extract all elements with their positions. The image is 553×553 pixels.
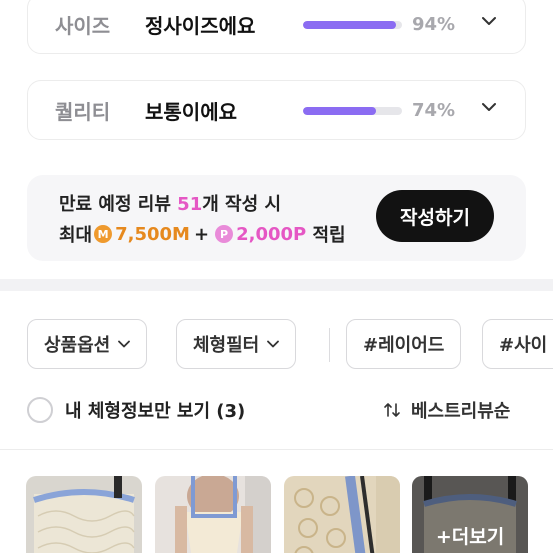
rating-progress-fill	[303, 107, 377, 115]
tag-size-label: #사이	[499, 335, 548, 356]
product-option-filter[interactable]: 상품옵션	[27, 319, 148, 369]
list-divider	[0, 449, 553, 450]
rating-card-quality[interactable]: 퀄리티 보통이에요 74%	[27, 80, 526, 140]
point-coin-icon: P	[215, 225, 234, 243]
reward-line-1-prefix: 만료 예정 리뷰	[59, 194, 178, 215]
filter-divider	[329, 328, 330, 362]
checkbox-circle-icon[interactable]	[27, 397, 53, 423]
plus-sign: +	[193, 223, 210, 245]
product-option-label: 상품옵션	[44, 335, 111, 356]
chevron-down-icon	[267, 340, 280, 348]
rating-percent: 94%	[412, 13, 456, 35]
review-reward-banner: 만료 예정 리뷰 51개 작성 시 최대 M 7,500M + P 2,000P…	[27, 175, 526, 261]
expiring-review-count: 51	[177, 194, 203, 215]
rating-progress-fill	[303, 21, 397, 29]
rating-value: 보통이에요	[145, 99, 237, 124]
rating-label: 사이즈	[55, 13, 111, 38]
reward-line-2-prefix: 최대	[59, 225, 93, 246]
rating-label: 퀄리티	[55, 99, 111, 124]
rating-progress-bar	[303, 21, 402, 29]
sort-dropdown[interactable]: 베스트리뷰순	[383, 393, 510, 427]
review-photo-4-more[interactable]: +더보기	[412, 476, 528, 553]
body-type-filter-label: 체형필터	[193, 335, 260, 356]
mileage-coin-icon: M	[94, 225, 113, 243]
section-separator	[0, 279, 553, 291]
more-photos-label: +더보기	[435, 526, 505, 548]
tag-size-chip[interactable]: #사이	[482, 319, 553, 369]
point-amount: 2,000P	[236, 223, 307, 245]
reward-line-2-suffix: 적립	[306, 225, 346, 246]
reward-line-2: 최대 M 7,500M + P 2,000P 적립	[59, 221, 346, 247]
my-body-only-toggle[interactable]: 내 체형정보만 보기 (3)	[27, 393, 245, 427]
my-body-only-label: 내 체형정보만 보기 (3)	[65, 401, 246, 422]
rating-percent: 74%	[412, 99, 456, 121]
tag-layered-label: #레이어드	[363, 335, 445, 356]
sort-label: 베스트리뷰순	[411, 401, 511, 422]
rating-value: 정사이즈에요	[145, 13, 256, 38]
rating-card-size[interactable]: 사이즈 정사이즈에요 94%	[27, 0, 526, 54]
review-photo-1[interactable]	[26, 476, 142, 553]
sort-arrows-icon	[384, 403, 400, 417]
chevron-down-icon[interactable]	[482, 100, 496, 114]
review-photo-3[interactable]	[284, 476, 400, 553]
reward-line-1: 만료 예정 리뷰 51개 작성 시	[59, 190, 281, 216]
write-review-button[interactable]: 작성하기	[376, 190, 494, 242]
mileage-amount: 7,500M	[115, 223, 190, 245]
chevron-down-icon	[118, 340, 131, 348]
review-photo-2[interactable]	[155, 476, 271, 553]
rating-progress-bar	[303, 107, 402, 115]
tag-layered-chip[interactable]: #레이어드	[346, 319, 462, 369]
chevron-down-icon[interactable]	[482, 14, 496, 28]
reward-line-1-suffix: 개 작성 시	[202, 194, 282, 215]
body-type-filter[interactable]: 체형필터	[176, 319, 297, 369]
